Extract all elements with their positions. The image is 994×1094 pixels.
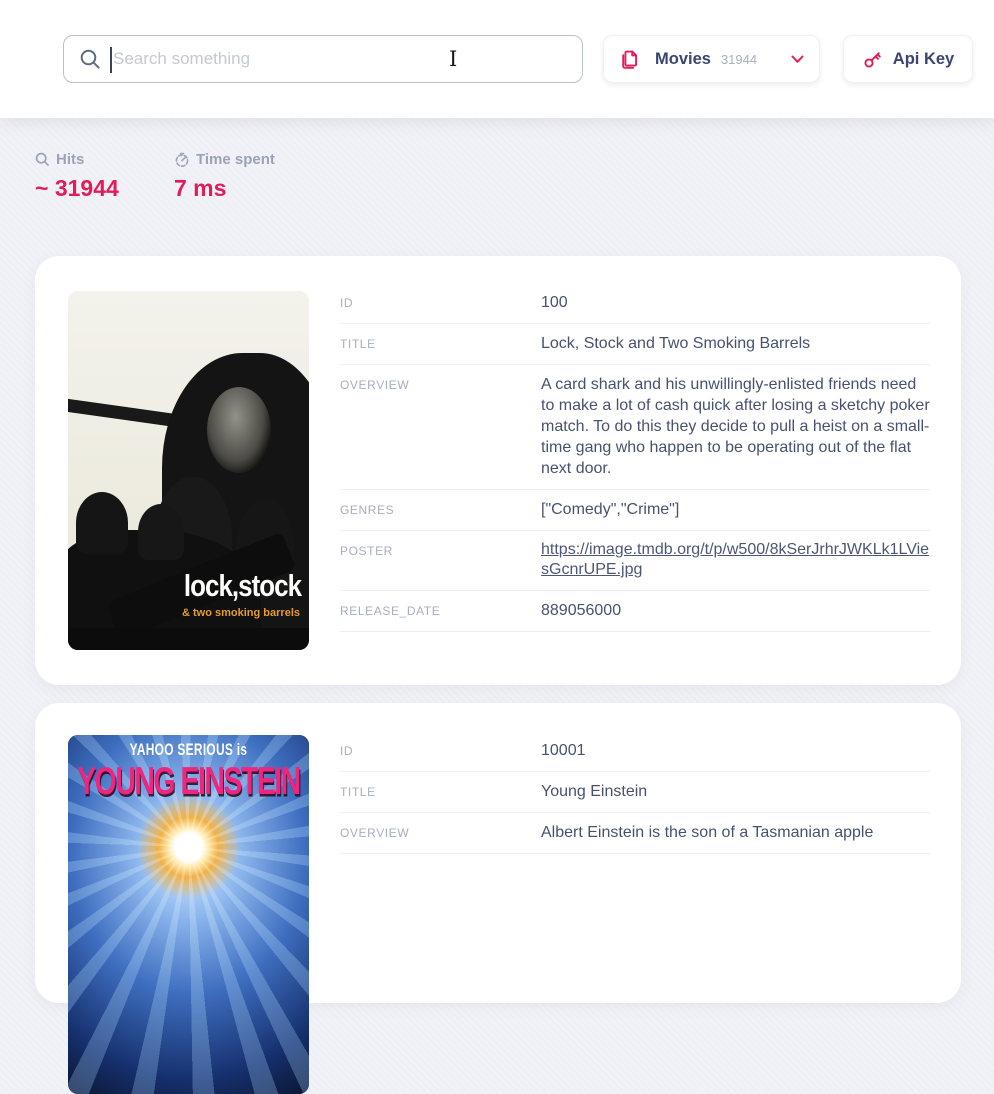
text-caret xyxy=(110,47,112,73)
search-box[interactable] xyxy=(63,35,583,83)
documents-icon xyxy=(618,48,641,71)
field-label: ID xyxy=(340,740,541,758)
mouse-ibeam-cursor: I xyxy=(449,47,457,71)
poster-billing-text: YAHOO SERIOUS is xyxy=(78,740,300,759)
search-icon xyxy=(35,152,50,167)
time-spent-stat: Time spent 7 ms xyxy=(174,151,275,202)
search-icon xyxy=(79,48,102,71)
field-value: Lock, Stock and Two Smoking Barrels xyxy=(541,333,931,354)
stopwatch-icon xyxy=(174,152,190,168)
movie-poster-image: lock,stock & two smoking barrels xyxy=(68,291,309,650)
index-select-dropdown[interactable]: Movies 31944 xyxy=(603,35,820,83)
field-row-title: TITLE Young Einstein xyxy=(340,772,931,813)
movie-poster-image: YAHOO SERIOUS is YOUNG EINSTEIN xyxy=(68,735,309,1094)
field-row-release-date: RELEASE_DATE 889056000 xyxy=(340,591,931,632)
field-row-poster: POSTER https://image.tmdb.org/t/p/w500/8… xyxy=(340,531,931,591)
index-name: Movies xyxy=(655,50,711,69)
field-row-overview: OVERVIEW A card shark and his unwillingl… xyxy=(340,365,931,490)
field-value: 889056000 xyxy=(541,600,931,621)
field-value: Albert Einstein is the son of a Tasmania… xyxy=(541,822,931,843)
document-fields: ID 100 TITLE Lock, Stock and Two Smoking… xyxy=(340,283,931,632)
api-key-button[interactable]: Api Key xyxy=(843,35,973,83)
field-row-overview: OVERVIEW Albert Einstein is the son of a… xyxy=(340,813,931,854)
field-label: POSTER xyxy=(340,540,541,558)
field-value: A card shark and his unwillingly-enliste… xyxy=(541,374,931,479)
chevron-down-icon xyxy=(791,55,804,64)
field-label: ID xyxy=(340,292,541,310)
field-row-title: TITLE Lock, Stock and Two Smoking Barrel… xyxy=(340,324,931,365)
field-row-id: ID 10001 xyxy=(340,731,931,772)
index-doc-count: 31944 xyxy=(721,52,757,67)
time-spent-value: 7 ms xyxy=(174,175,275,202)
field-value: Young Einstein xyxy=(541,781,931,802)
result-card: YAHOO SERIOUS is YOUNG EINSTEIN ID 10001… xyxy=(35,703,961,1003)
search-input[interactable] xyxy=(111,48,572,70)
field-label: TITLE xyxy=(340,333,541,351)
field-label: OVERVIEW xyxy=(340,374,541,392)
poster-title-text: lock,stock xyxy=(184,569,301,604)
hits-stat: Hits ~ 31944 xyxy=(35,151,119,202)
field-value: ["Comedy","Crime"] xyxy=(541,499,931,520)
field-value: https://image.tmdb.org/t/p/w500/8kSerJrh… xyxy=(541,540,931,580)
field-label: OVERVIEW xyxy=(340,822,541,840)
field-value: 10001 xyxy=(541,740,931,761)
poster-url-link[interactable]: https://image.tmdb.org/t/p/w500/8kSerJrh… xyxy=(541,540,931,580)
field-label: RELEASE_DATE xyxy=(340,600,541,618)
document-fields: ID 10001 TITLE Young Einstein OVERVIEW A… xyxy=(340,731,931,854)
api-key-label: Api Key xyxy=(893,50,954,69)
field-label: TITLE xyxy=(340,781,541,799)
key-icon xyxy=(862,49,883,70)
hits-value: ~ 31944 xyxy=(35,175,119,202)
field-row-genres: GENRES ["Comedy","Crime"] xyxy=(340,490,931,531)
field-label: GENRES xyxy=(340,499,541,517)
result-card: lock,stock & two smoking barrels ID 100 … xyxy=(35,256,961,685)
top-header: Movies 31944 Api Key xyxy=(0,0,994,118)
poster-subtitle-text: & two smoking barrels xyxy=(182,607,300,619)
poster-title-text: YOUNG EINSTEIN xyxy=(70,760,306,805)
time-spent-label: Time spent xyxy=(196,151,275,168)
hits-label: Hits xyxy=(56,151,84,168)
field-row-id: ID 100 xyxy=(340,283,931,324)
field-value: 100 xyxy=(541,292,931,313)
